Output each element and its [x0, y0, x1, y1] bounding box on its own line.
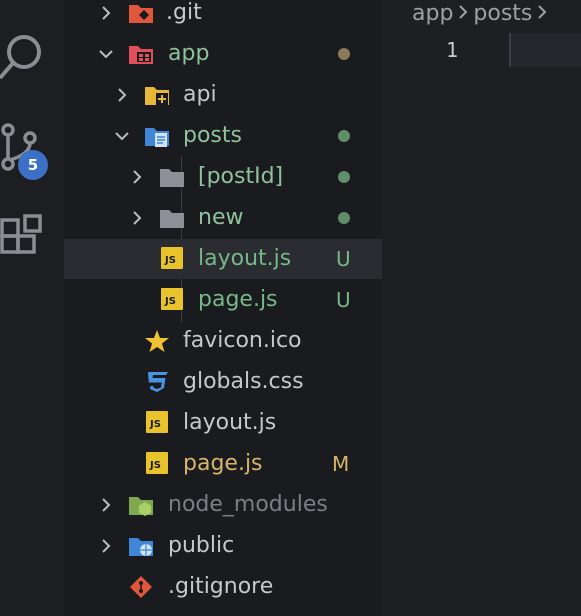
api-folder-icon: [145, 87, 169, 105]
tree-item-new[interactable]: new: [64, 198, 382, 238]
status-untracked: U: [336, 288, 351, 312]
css-file-icon: [148, 372, 168, 392]
tree-item-app-page-js[interactable]: JS page.js M: [64, 444, 382, 484]
chevron-right-icon: [102, 6, 111, 20]
tree-item-api[interactable]: api: [64, 75, 382, 115]
status-dot: [338, 48, 350, 60]
public-folder-icon: [129, 538, 153, 556]
chevron-down-icon: [99, 50, 113, 59]
chevron-right-icon: [133, 170, 142, 184]
tree-item-label: new: [198, 205, 244, 230]
line-number: 1: [446, 38, 459, 62]
tree-item-app-layout-js[interactable]: JS layout.js: [64, 403, 382, 443]
tree-item-label: page.js: [183, 451, 263, 476]
chevron-down-icon: [115, 132, 129, 141]
status-dot: [338, 212, 350, 224]
tree-item-label: globals.css: [183, 369, 304, 394]
tree-item-label: public: [168, 533, 235, 558]
tree-item-node-modules[interactable]: node_modules: [64, 485, 382, 525]
tree-item-globals-css[interactable]: globals.css: [64, 362, 382, 402]
tree-item-label: [postId]: [198, 164, 284, 189]
tree-item-posts[interactable]: posts: [64, 116, 382, 156]
js-file-icon: JS: [161, 247, 183, 269]
chevron-right-icon: [538, 5, 547, 19]
js-file-icon: JS: [146, 411, 168, 433]
tree-item-public[interactable]: public: [64, 526, 382, 566]
source-control-badge: 5: [18, 150, 48, 180]
tree-item-label: layout.js: [183, 410, 277, 435]
js-file-icon: JS: [146, 452, 168, 474]
tree-item-label: favicon.ico: [183, 328, 302, 353]
breadcrumb-item[interactable]: posts: [473, 1, 532, 26]
tree-item-label: .gitignore: [168, 574, 274, 599]
search-icon[interactable]: [0, 30, 50, 90]
chevron-right-icon: [118, 88, 127, 102]
tree-item-git[interactable]: .git: [64, 0, 382, 33]
status-dot: [338, 171, 350, 183]
chevron-right-icon: [102, 498, 111, 512]
extensions-icon[interactable]: [0, 214, 44, 262]
breadcrumb-item[interactable]: app: [412, 1, 453, 26]
git-file-icon: [130, 576, 152, 598]
folder-icon: [160, 169, 184, 187]
star-icon: [145, 330, 169, 352]
tree-item-label: .git: [166, 0, 202, 25]
status-modified: M: [332, 452, 350, 476]
js-file-icon: JS: [161, 288, 183, 310]
tree-item-posts-layout-js[interactable]: JS layout.js U: [64, 239, 382, 279]
tree-item-label: node_modules: [168, 492, 328, 517]
editor-area[interactable]: app posts 1: [382, 0, 581, 616]
tree-item-gitignore[interactable]: .gitignore: [64, 567, 382, 607]
app-folder-icon: [129, 46, 153, 64]
tree-item-label: page.js: [198, 287, 278, 312]
status-dot: [338, 130, 350, 142]
tree-item-postid[interactable]: [postId]: [64, 157, 382, 197]
activity-bar: 5: [0, 0, 64, 616]
chevron-right-icon: [133, 211, 142, 225]
tree-item-posts-page-js[interactable]: JS page.js U: [64, 280, 382, 320]
chevron-right-icon: [102, 539, 111, 553]
git-folder-icon: [129, 5, 153, 23]
tree-item-label: posts: [183, 123, 242, 148]
folder-icon: [160, 210, 184, 228]
status-untracked: U: [336, 247, 351, 271]
tree-item-label: api: [183, 82, 217, 107]
current-line-highlight[interactable]: [509, 33, 581, 67]
tree-item-app[interactable]: app: [64, 34, 382, 74]
explorer-panel: .git app api posts [postId] new JS layou…: [64, 0, 382, 616]
posts-folder-icon: [145, 128, 169, 147]
tree-item-label: layout.js: [198, 246, 292, 271]
tree-item-favicon[interactable]: favicon.ico: [64, 321, 382, 361]
breadcrumb: app posts: [412, 0, 552, 30]
node-folder-icon: [129, 497, 153, 516]
chevron-right-icon: [459, 5, 468, 19]
vscode-window: 5 .git app api posts [postId] new JS lay…: [0, 0, 581, 616]
tree-item-label: app: [168, 41, 210, 66]
